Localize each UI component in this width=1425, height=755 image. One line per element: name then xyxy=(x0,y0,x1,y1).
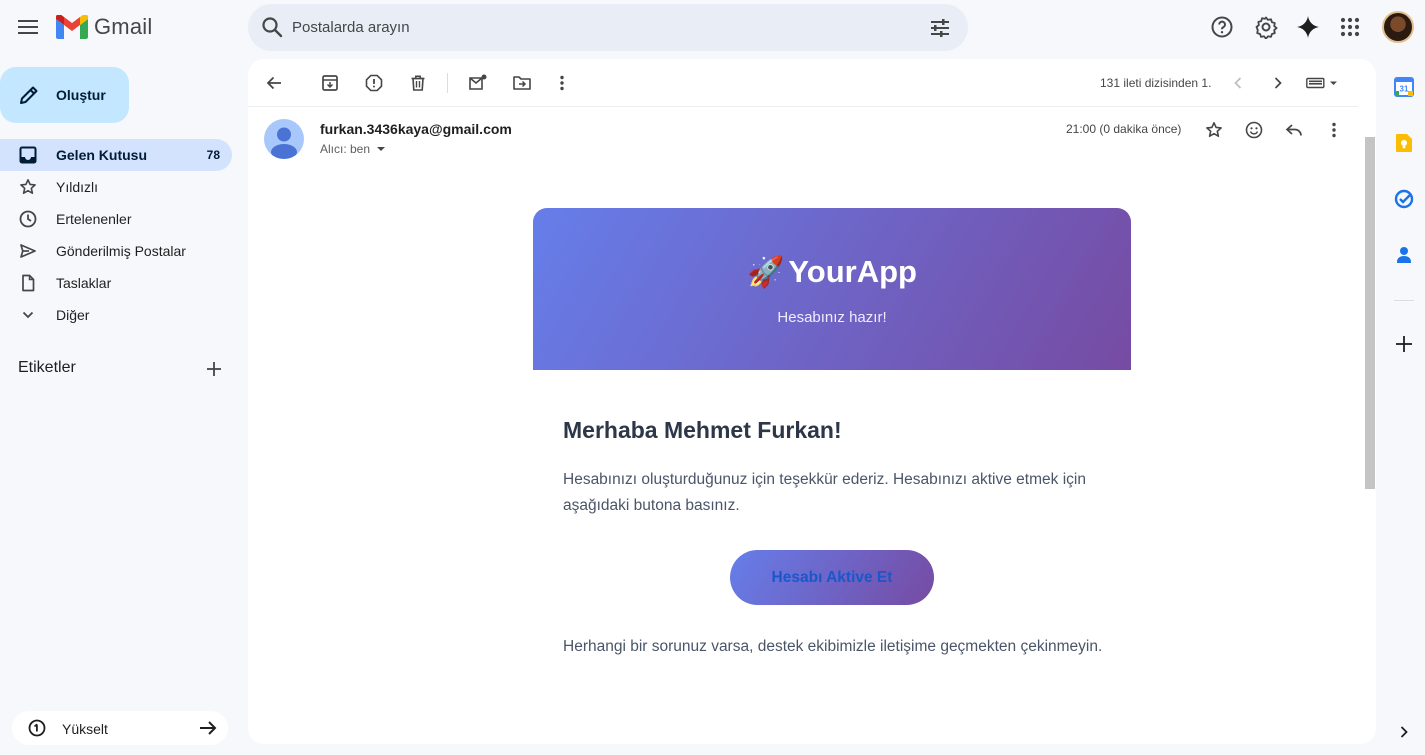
activate-account-button[interactable]: Hesabı Aktive Et xyxy=(730,550,934,605)
contacts-icon[interactable] xyxy=(1393,244,1415,266)
delete-trash-icon[interactable] xyxy=(406,71,430,95)
sidebar-item-label: Gönderilmiş Postalar xyxy=(56,243,186,259)
sidebar-item-drafts[interactable]: Taslaklar xyxy=(0,267,232,299)
compose-label: Oluştur xyxy=(56,87,106,103)
sidebar-item-sent[interactable]: Gönderilmiş Postalar xyxy=(0,235,232,267)
message-panel: 131 ileti dizisinden 1. furkan.3436kaya@… xyxy=(248,59,1376,744)
reply-icon[interactable] xyxy=(1282,118,1306,142)
search-icon[interactable] xyxy=(260,15,284,39)
svg-text:31: 31 xyxy=(1400,85,1409,94)
sender-email[interactable]: furkan.3436kaya@gmail.com xyxy=(320,121,512,137)
archive-icon[interactable] xyxy=(318,71,342,95)
sidebar-item-starred[interactable]: Yıldızlı xyxy=(0,171,232,203)
sidebar-item-label: Yıldızlı xyxy=(56,179,99,195)
sidebar-nav: Gelen Kutusu 78 Yıldızlı Ertelenenler Gö… xyxy=(0,139,232,331)
clock-icon xyxy=(18,209,38,229)
back-arrow-icon[interactable] xyxy=(262,71,286,95)
search-bar[interactable]: Postalarda arayın xyxy=(248,4,968,51)
star-icon[interactable] xyxy=(1202,118,1226,142)
main-menu-icon[interactable] xyxy=(12,11,44,43)
sidebar-item-label: Taslaklar xyxy=(56,275,112,291)
sidebar-item-label: Diğer xyxy=(56,307,90,323)
upgrade-icon xyxy=(28,719,46,737)
search-input[interactable]: Postalarda arayın xyxy=(292,19,410,36)
labels-heading: Etiketler xyxy=(18,359,76,376)
send-icon xyxy=(18,241,38,261)
inbox-icon xyxy=(18,145,38,165)
email-header-banner: 🚀 YourApp Hesabınız hazır! xyxy=(533,208,1131,370)
input-tools-keyboard-icon[interactable] xyxy=(1306,71,1340,95)
upgrade-label: Yükselt xyxy=(62,721,108,737)
email-paragraph: Hesabınızı oluşturduğunuz için teşekkür … xyxy=(563,471,1086,514)
compose-button[interactable]: Oluştur xyxy=(0,67,129,123)
brand-title: 🚀 YourApp xyxy=(533,254,1131,290)
add-addon-icon[interactable] xyxy=(1393,333,1415,355)
email-paragraph: Herhangi bir sorunuz varsa, destek ekibi… xyxy=(563,638,1103,655)
recipient-label: Alıcı: ben xyxy=(320,142,371,156)
caret-down-icon xyxy=(377,147,386,151)
rocket-icon: 🚀 xyxy=(747,256,785,289)
pager-text: 131 ileti dizisinden 1. xyxy=(1100,76,1212,90)
chevron-down-icon xyxy=(18,305,38,325)
search-options-icon[interactable] xyxy=(928,16,952,40)
message-toolbar: 131 ileti dizisinden 1. xyxy=(248,59,1358,107)
calendar-icon[interactable]: 31 xyxy=(1393,76,1415,98)
mark-unread-icon[interactable] xyxy=(466,71,490,95)
older-chevron-right-icon[interactable] xyxy=(1266,71,1290,95)
scrollbar[interactable] xyxy=(1365,137,1375,489)
message-more-icon[interactable] xyxy=(1322,118,1346,142)
rail-divider xyxy=(1394,300,1414,301)
toolbar-divider xyxy=(447,73,448,93)
gmail-logo[interactable]: Gmail xyxy=(56,14,152,40)
unread-count: 78 xyxy=(206,148,220,162)
more-options-icon[interactable] xyxy=(550,71,574,95)
brand-name: YourApp xyxy=(788,254,917,289)
keep-notes-icon[interactable] xyxy=(1393,132,1415,154)
add-label-icon[interactable] xyxy=(203,358,225,380)
brand-tagline: Hesabınız hazır! xyxy=(777,309,887,326)
recipient-details[interactable]: Alıcı: ben xyxy=(320,142,388,156)
sidebar-item-inbox[interactable]: Gelen Kutusu 78 xyxy=(0,139,232,171)
account-avatar[interactable] xyxy=(1382,11,1414,43)
email-greeting: Merhaba Mehmet Furkan! xyxy=(563,417,842,443)
app-name: Gmail xyxy=(94,14,153,39)
emoji-reaction-icon[interactable] xyxy=(1242,118,1266,142)
gmail-logo-icon xyxy=(56,15,88,39)
arrow-right-icon xyxy=(200,721,217,735)
report-spam-icon[interactable] xyxy=(362,71,386,95)
draft-icon xyxy=(18,273,38,293)
settings-gear-icon[interactable] xyxy=(1253,14,1279,40)
apps-grid-icon[interactable] xyxy=(1337,14,1363,40)
sender-avatar[interactable] xyxy=(264,119,304,159)
upgrade-button[interactable]: Yükselt xyxy=(12,711,228,745)
pencil-icon xyxy=(20,86,38,104)
sidebar-item-label: Gelen Kutusu xyxy=(56,147,148,163)
star-icon xyxy=(18,177,38,197)
sidebar-item-label: Ertelenenler xyxy=(56,211,132,227)
message-time: 21:00 (0 dakika önce) xyxy=(1066,122,1182,136)
show-side-panel-chevron-icon[interactable] xyxy=(1393,721,1415,743)
sidebar-item-snoozed[interactable]: Ertelenenler xyxy=(0,203,232,235)
sidebar-item-more[interactable]: Diğer xyxy=(0,299,232,331)
help-icon[interactable] xyxy=(1209,14,1235,40)
tasks-icon[interactable] xyxy=(1393,188,1415,210)
gemini-sparkle-icon[interactable] xyxy=(1295,14,1321,40)
top-bar: Gmail Postalarda arayın xyxy=(0,0,1425,56)
newer-chevron-left-icon[interactable] xyxy=(1226,71,1250,95)
move-to-folder-icon[interactable] xyxy=(510,71,534,95)
